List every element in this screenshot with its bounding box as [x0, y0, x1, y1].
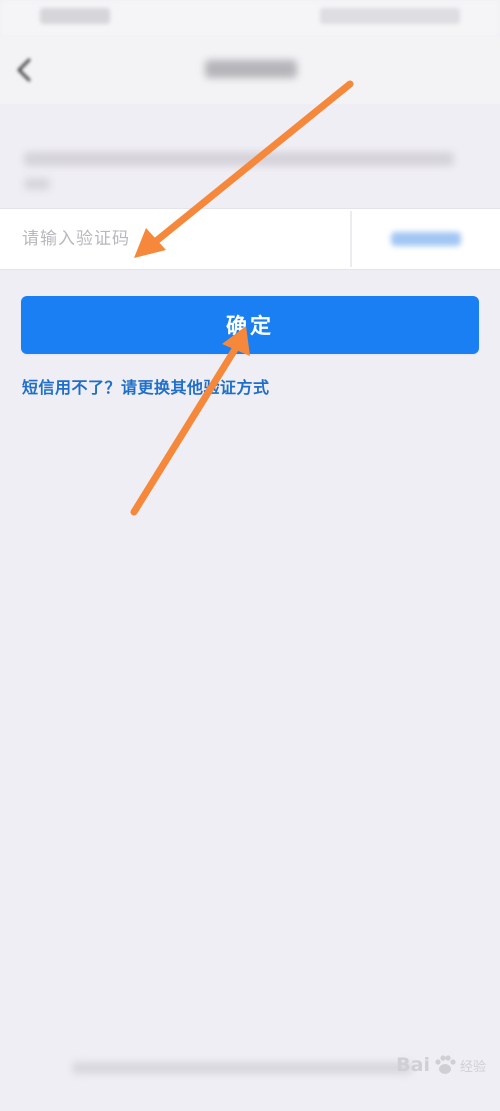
- alternative-verification-link[interactable]: 短信用不了？请更换其他验证方式: [22, 374, 270, 398]
- copyright-footer-blurred: [72, 1062, 412, 1074]
- status-bar: [0, 0, 500, 36]
- sms-hint-blurred-tail: [24, 178, 50, 190]
- baidu-jingyan-watermark: Bai 经验: [396, 1052, 486, 1078]
- verification-code-input[interactable]: [0, 209, 348, 269]
- get-code-button[interactable]: [352, 209, 500, 269]
- confirm-button[interactable]: 确定: [21, 296, 479, 354]
- paw-icon: [435, 1055, 456, 1074]
- arrow-to-confirm: [130, 342, 241, 516]
- verification-screen: 确定 短信用不了？请更换其他验证方式 Bai 经验: [0, 0, 500, 1111]
- status-indicators-blurred: [320, 8, 460, 24]
- chevron-left-icon: [17, 58, 31, 82]
- watermark-sub: 经验: [459, 1059, 486, 1075]
- status-carrier-blurred: [40, 8, 110, 24]
- page-title-blurred: [205, 60, 297, 78]
- watermark-brand: Bai: [396, 1054, 430, 1076]
- code-input-row: [0, 208, 500, 270]
- get-code-label-blurred: [391, 232, 461, 246]
- back-button[interactable]: [6, 52, 42, 88]
- annotation-arrows: [130, 80, 354, 516]
- nav-bar: [0, 36, 500, 104]
- sms-hint-blurred: [24, 152, 454, 166]
